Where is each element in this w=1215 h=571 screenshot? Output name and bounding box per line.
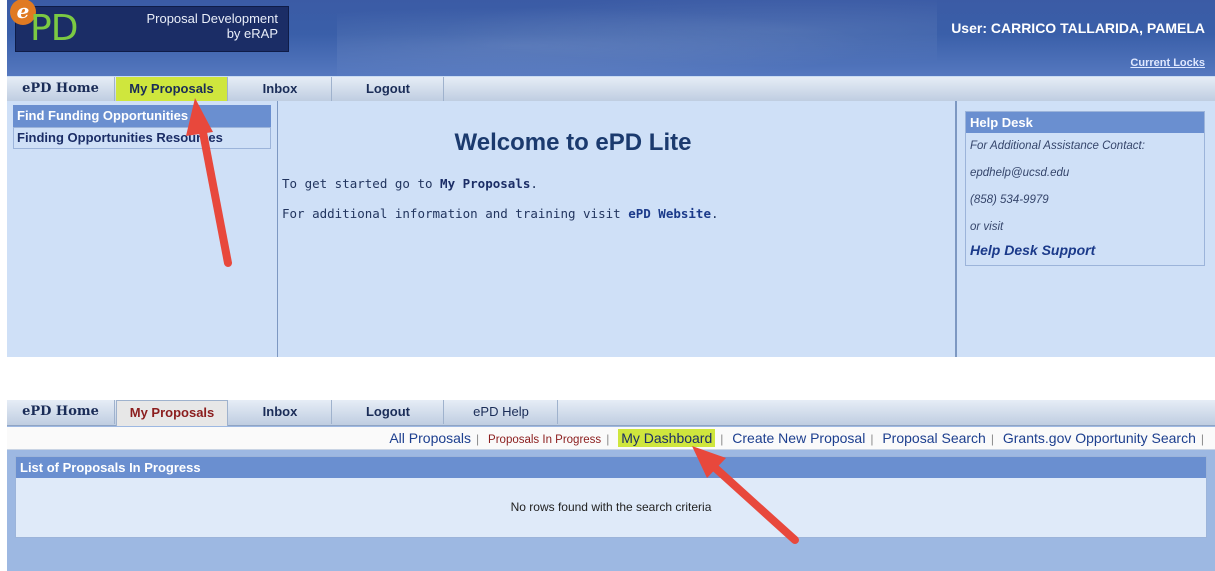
proposal-search-link[interactable]: Proposal Search (882, 430, 986, 446)
all-proposals-link[interactable]: All Proposals (389, 430, 471, 446)
logo-pd-text: PD (30, 8, 78, 49)
help-email: epdhelp@ucsd.edu (970, 167, 1070, 179)
empty-results-message: No rows found with the search criteria (510, 500, 712, 514)
logo-title-line1: Proposal Development (146, 11, 278, 26)
nav-logout[interactable]: Logout (333, 77, 444, 101)
help-or-visit: or visit (970, 221, 1004, 233)
nav-inbox[interactable]: Inbox (229, 77, 332, 101)
left-sidebar: Find Funding Opportunities Finding Oppor… (7, 101, 278, 357)
get-started-text: To get started go to My Proposals. (282, 176, 538, 191)
proposals-list-panel: List of Proposals In Progress No rows fo… (15, 456, 1207, 538)
grants-gov-opportunity-search-link[interactable]: Grants.gov Opportunity Search (1003, 430, 1196, 446)
proposals-in-progress-link[interactable]: Proposals In Progress (488, 434, 601, 446)
main-nav-2: ePD Home My Proposals Inbox Logout ePD H… (7, 400, 1215, 426)
training-text: For additional information and training … (282, 206, 719, 221)
get-started-suffix: . (530, 176, 538, 191)
get-started-prefix: To get started go to (282, 176, 441, 191)
help-desk-box: Help Desk For Additional Assistance Cont… (965, 111, 1205, 266)
sub-nav-separator: | (606, 432, 610, 446)
help-contact-text: For Additional Assistance Contact: (970, 140, 1145, 152)
current-locks-link[interactable]: Current Locks (1130, 57, 1205, 69)
nav2-inbox[interactable]: Inbox (229, 400, 332, 424)
epd-home-screen: e PD Proposal Development by eRAP User: … (7, 0, 1215, 357)
app-logo[interactable]: e PD Proposal Development by eRAP (10, 0, 289, 52)
training-suffix: . (710, 206, 719, 221)
my-proposals-text-link[interactable]: My Proposals (440, 176, 530, 191)
nav2-epd-home[interactable]: ePD Home (7, 400, 115, 424)
sub-nav-separator: | (870, 432, 874, 446)
sub-nav: All Proposals | Proposals In Progress | My… (7, 427, 1215, 450)
find-funding-opportunities-link[interactable]: Find Funding Opportunities (13, 105, 271, 127)
nav-my-proposals[interactable]: My Proposals (116, 77, 228, 101)
my-dashboard-link[interactable]: My Dashboard (618, 429, 716, 447)
app-header: e PD Proposal Development by eRAP User: … (7, 0, 1215, 76)
user-label: User: CARRICO TALLARIDA, PAMELA (951, 20, 1205, 36)
create-new-proposal-link[interactable]: Create New Proposal (732, 430, 865, 446)
welcome-panel: Welcome to ePD Lite To get started go to… (278, 101, 957, 357)
epd-website-link[interactable]: ePD Website (628, 206, 711, 221)
sub-nav-separator: | (720, 432, 724, 446)
sub-nav-separator: | (990, 432, 994, 446)
sub-nav-separator: | (476, 432, 480, 446)
proposals-screen: ePD Home My Proposals Inbox Logout ePD H… (7, 400, 1215, 571)
nav2-logout[interactable]: Logout (333, 400, 444, 424)
finding-opportunities-resources-link[interactable]: Finding Opportunities Resources (13, 127, 271, 149)
help-phone: (858) 534-9979 (970, 194, 1049, 206)
nav2-epd-help[interactable]: ePD Help (445, 400, 558, 424)
sub-nav-separator: | (1200, 432, 1204, 446)
help-desk-title: Help Desk (966, 112, 1204, 133)
welcome-heading: Welcome to ePD Lite (454, 129, 692, 156)
nav-epd-home[interactable]: ePD Home (7, 77, 115, 101)
main-nav: ePD Home My Proposals Inbox Logout (7, 77, 1215, 102)
training-prefix: For additional information and training … (282, 206, 629, 221)
right-sidebar: Help Desk For Additional Assistance Cont… (957, 101, 1215, 357)
logo-title-line2: by eRAP (226, 26, 278, 41)
logo-title: Proposal Development by eRAP (146, 11, 278, 41)
proposals-list-title: List of Proposals In Progress (16, 457, 1206, 478)
nav2-my-proposals[interactable]: My Proposals (116, 400, 228, 426)
help-desk-support-link[interactable]: Help Desk Support (966, 241, 1204, 259)
